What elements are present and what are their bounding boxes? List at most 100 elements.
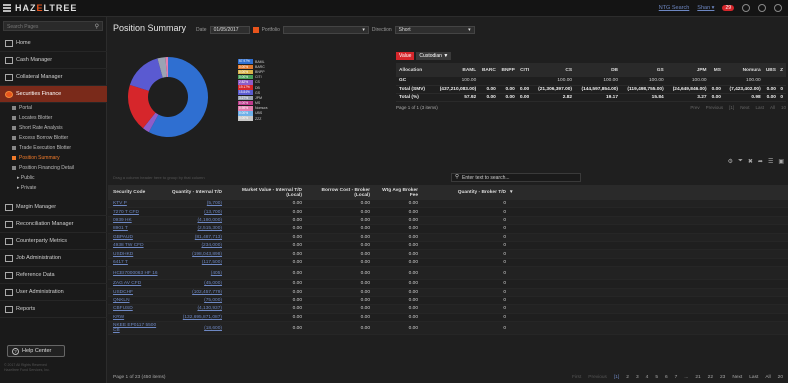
security-code-link[interactable]: USDHKD [108,252,163,257]
settings-icon[interactable] [742,4,750,12]
settings-icon[interactable]: ⚙ [728,158,733,165]
grid-column-header[interactable]: Security Code [108,190,163,195]
allocation-column-header[interactable]: BNPP [498,63,518,77]
grid-column-header[interactable]: Market Value - Internal T/D (Local) [226,188,306,198]
security-code-link[interactable]: 0939 HK [108,218,163,223]
grid-page-link[interactable]: 20 [778,375,783,383]
direction-select[interactable]: Short ▾ [394,26,475,34]
donut-slice-gs[interactable] [129,58,163,91]
quantity-link[interactable]: (2,515,300) [163,226,226,231]
allocation-column-header[interactable]: DB [575,63,622,77]
grid-page-link[interactable]: 5 [655,375,658,383]
sidebar-item-reference-data[interactable]: Reference Data [0,267,107,284]
allocation-pager-link[interactable]: [1] [729,105,734,110]
quantity-link[interactable]: (132,695,871,087) [163,315,226,320]
quantity-link[interactable]: (4,180,000) [163,218,226,223]
sidebar-item-reconciliation-manager[interactable]: Reconciliation Manager [0,216,107,233]
grid-column-header[interactable]: Quantity - Internal T/D [163,190,226,195]
quantity-link[interactable]: (102,457,779) [163,290,226,295]
allocation-column-header[interactable]: CITI [517,63,533,77]
sidebar-item-collateral-manager[interactable]: Collateral Manager [0,69,107,86]
notification-badge[interactable]: 29 [722,5,734,11]
allocation-column-header[interactable]: Z [778,63,786,77]
custodian-tab[interactable]: Custodian ▼ [416,52,452,60]
allocation-pager-link[interactable]: 10 [781,105,786,110]
security-code-link[interactable]: ZAG AV CFD [108,281,163,286]
quantity-link[interactable]: (13,700) [163,210,226,215]
security-code-link[interactable]: CBFUSD [108,306,163,311]
grid-page-link[interactable]: 3 [636,375,639,383]
sidebar-item-user-administration[interactable]: User Administration [0,284,107,301]
sidebar-item-cash-manager[interactable]: Cash Manager [0,52,107,69]
grid-column-header[interactable]: Wtg Avg Broker Fee [374,188,422,198]
quick-search-input[interactable]: ⚲ Enter text to search... [451,173,581,182]
user-menu[interactable]: Shan ▾ [697,5,714,11]
security-code-link[interactable]: 6417 T [108,260,163,265]
sidebar-item-counterparty-metrics[interactable]: Counterparty Metrics [0,233,107,250]
quantity-link[interactable]: (45,000) [163,281,226,286]
allocation-column-header[interactable]: BAML [433,63,480,77]
allocation-pager-link[interactable]: Next [740,105,749,110]
quantity-link[interactable]: (198,043,898) [163,252,226,257]
sidebar-item-reports[interactable]: Reports [0,301,107,318]
subitem-excess-borrow-blotter[interactable]: Excess Borrow Blotter [0,133,107,143]
quantity-link[interactable]: (81,487,713) [163,235,226,240]
security-code-link[interactable]: 4938 TW CFD [108,243,163,248]
quantity-link[interactable]: (4,130,937) [163,306,226,311]
grid-page-link[interactable]: Next [732,375,742,383]
date-input[interactable]: 01/05/2017 [209,26,250,34]
quantity-link[interactable]: (75,000) [163,298,226,303]
security-code-link[interactable]: NKEE EP0117 5500 CB [108,323,163,333]
hamburger-menu-icon[interactable] [3,4,11,12]
allocation-column-header[interactable]: GS [621,63,667,77]
quantity-link[interactable]: (405) [163,271,226,276]
subitem-position-financing-detail[interactable]: Position Financing Detail [0,163,107,173]
export-icon[interactable]: ▣ [778,158,784,165]
grid-page-link[interactable]: 21 [695,375,700,383]
security-code-link[interactable]: KRW [108,315,163,320]
folder-public[interactable]: ▸ Public [0,173,107,183]
security-code-link[interactable]: QNKLN [108,298,163,303]
grid-page-link[interactable]: 7 [675,375,678,383]
grid-page-link[interactable]: ... [684,375,688,383]
value-tab[interactable]: Value [396,52,415,60]
help-center-button[interactable]: ? Help Center [7,345,65,357]
allocation-column-header[interactable]: Allocation [396,63,434,77]
allocation-pager-link[interactable]: Previous [706,105,724,110]
clear-filter-icon[interactable]: ✖ [748,158,753,165]
column-chooser-icon[interactable]: ▾ [510,190,516,195]
grid-page-link[interactable]: [1] [614,375,619,383]
subitem-locates-blotter[interactable]: Locates Blotter [0,113,107,123]
quantity-link[interactable]: (18,600) [163,326,226,331]
portfolio-select[interactable]: ▾ [282,26,369,34]
share-icon[interactable]: ➦ [758,158,763,165]
allocation-pager-link[interactable]: Last [755,105,764,110]
security-code-link[interactable]: 7270 T CFD [108,210,163,215]
grid-page-link[interactable]: 4 [646,375,649,383]
allocation-column-header[interactable]: BARC [479,63,499,77]
security-code-link[interactable]: KTV P [108,201,163,206]
sidebar-item-margin-manager[interactable]: Margin Manager [0,199,107,216]
subitem-short-rate-analysis[interactable]: Short Rate Analysis [0,123,107,133]
allocation-column-header[interactable]: CS [532,63,576,77]
grid-column-header[interactable]: Borrow Cost - Broker (Local) [306,188,374,198]
grid-page-link[interactable]: All [765,375,770,383]
grid-page-link[interactable]: First [572,375,581,383]
grid-page-link[interactable]: 22 [708,375,713,383]
subitem-portal[interactable]: Portal [0,103,107,113]
help-icon[interactable] [758,4,766,12]
grid-page-link[interactable]: 23 [720,375,725,383]
ntg-search-link[interactable]: NTG Search [659,5,690,11]
security-code-link[interactable]: HCEI7000063 HF 16 [108,271,163,276]
calendar-icon[interactable] [252,27,259,33]
allocation-pager-link[interactable]: Prev [690,105,699,110]
allocation-column-header[interactable]: MS [709,63,724,77]
allocation-column-header[interactable]: UBS [763,63,779,77]
quantity-link[interactable]: (5,700) [163,201,226,206]
columns-icon[interactable]: ☰ [768,158,773,165]
allocation-column-header[interactable]: JPM [666,63,710,77]
grid-column-header[interactable]: Quantity - Broker T/D [422,190,510,195]
grid-page-link[interactable]: Previous [588,375,607,383]
grid-page-link[interactable]: 2 [626,375,629,383]
sidebar-item-job-administration[interactable]: Job Administration [0,250,107,267]
